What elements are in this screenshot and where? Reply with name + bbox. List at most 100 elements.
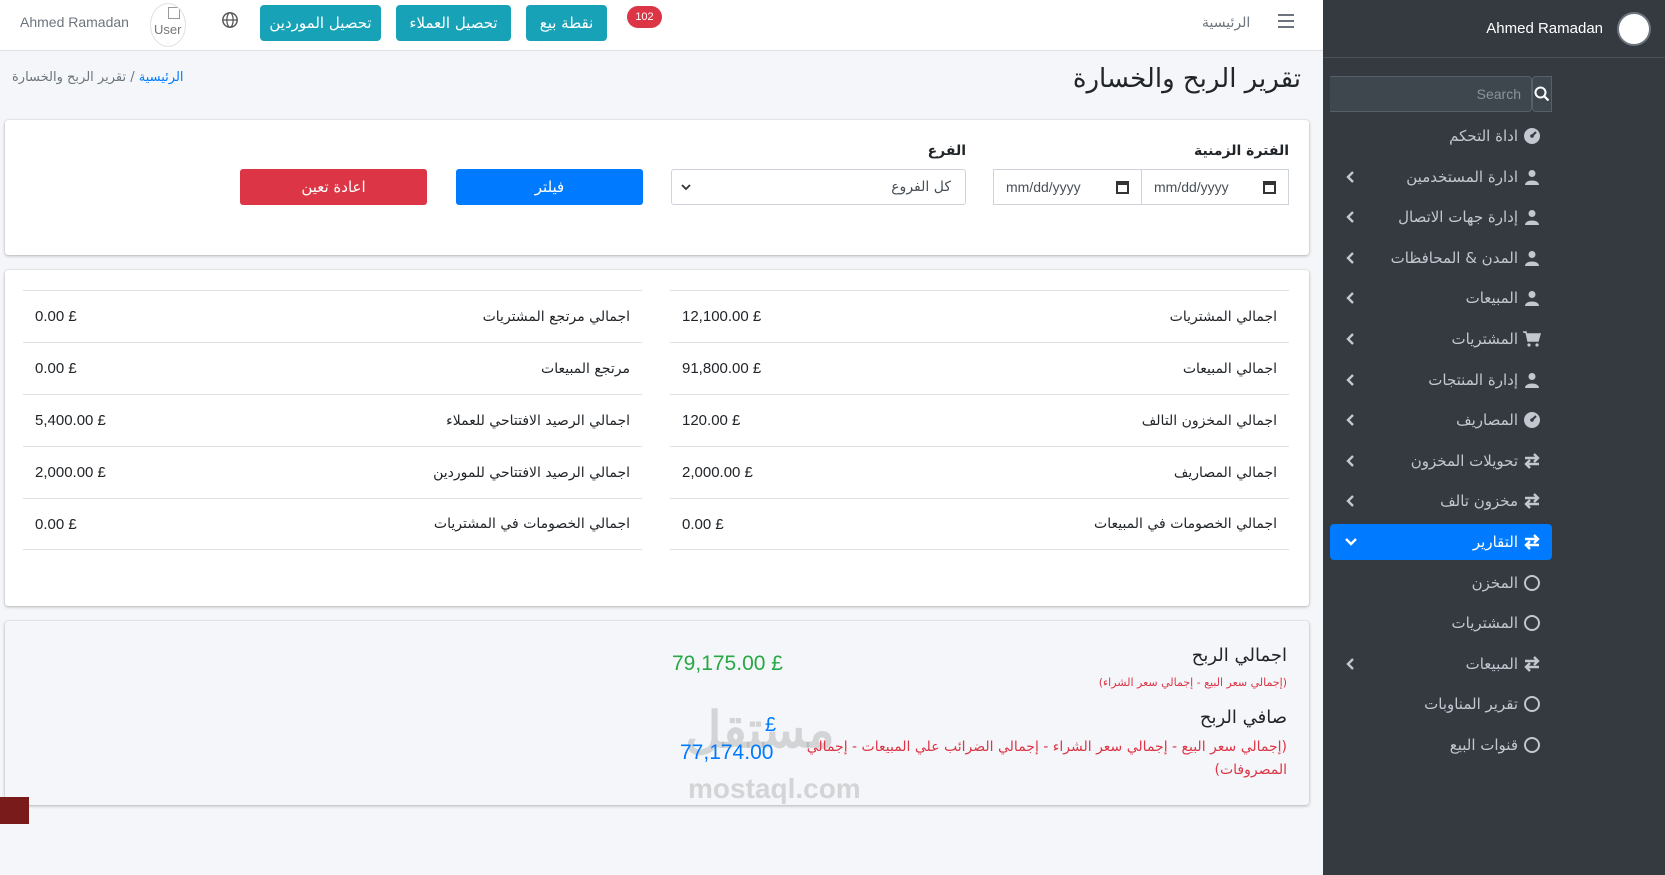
total-label: اجمالي مرتجع المشتريات (482, 308, 630, 325)
sidebar-item[interactable]: المدن & المحافظات (1330, 240, 1552, 276)
sidebar-item[interactable]: المبيعات (1330, 280, 1552, 316)
chevron-left-icon[interactable] (1342, 168, 1360, 186)
branch-select-value: كل الفروع (891, 179, 951, 195)
sidebar-item-label: إدارة المنتجات (1428, 370, 1518, 389)
sidebar-item-label: المشتريات (1451, 614, 1518, 633)
table-row: 5,400.00 £ اجمالي الرصيد الافتتاحي للعملا… (23, 394, 642, 446)
date-from-value: mm/dd/yyyy (1154, 179, 1229, 195)
chevron-down-icon[interactable] (1342, 533, 1360, 551)
user-icon (1522, 167, 1542, 187)
watermark-latin: mostaql.com (688, 773, 861, 804)
chevron-left-icon[interactable] (1342, 655, 1360, 673)
user-icon (1522, 288, 1542, 308)
sidebar-user-name: Ahmed Ramadan (1486, 20, 1603, 37)
sidebar-item-label: اداة التحكم (1449, 127, 1518, 145)
table-row: 2,000.00 £ اجمالي الرصيد الافتتاحي للمورد… (23, 446, 642, 498)
sidebar-item[interactable]: تحويلات المخزون (1330, 443, 1552, 479)
date-to-value: mm/dd/yyyy (1006, 179, 1081, 195)
sidebar-item-label: المبيعات (1465, 654, 1518, 673)
page-title: تقرير الربح والخسارة (1072, 64, 1301, 94)
dashboard-icon (1522, 126, 1542, 146)
sidebar-item-label: المدن & المحافظات (1390, 248, 1518, 267)
cart-icon (1522, 329, 1542, 349)
collect-suppliers-button[interactable]: تحصيل الموردين (260, 5, 381, 41)
sidebar: Ahmed Ramadan اداة التحكم ادارة المستخدمي… (1323, 0, 1665, 875)
breadcrumb-home[interactable]: الرئيسية (139, 70, 184, 85)
table-row: 0.00 £ اجمالي الخصومات في المشتريات (23, 498, 642, 550)
sidebar-item[interactable]: تقرير المناوبات (1330, 686, 1552, 722)
sidebar-item[interactable]: المشتريات (1330, 321, 1552, 357)
navbar-user-name[interactable]: Ahmed Ramadan (20, 14, 129, 30)
chevron-left-icon[interactable] (1342, 371, 1360, 389)
circle-icon (1522, 573, 1542, 593)
globe-icon[interactable] (221, 11, 239, 29)
chevron-left-icon[interactable] (1342, 249, 1360, 267)
sidebar-item[interactable]: المشتريات (1330, 605, 1552, 641)
date-range: mm/dd/yyyy mm/dd/yyyy (993, 169, 1289, 205)
total-value: 0.00 £ (35, 308, 77, 325)
nav-home-link[interactable]: الرئيسية (1202, 15, 1250, 31)
notification-badge[interactable]: 102 (627, 6, 662, 28)
sidebar-item[interactable]: المصاريف (1330, 402, 1552, 438)
chevron-left-icon[interactable] (1342, 208, 1360, 226)
sidebar-item[interactable]: المبيعات (1330, 646, 1552, 682)
table-row: 2,000.00 £ اجمالي المصاريف (670, 446, 1289, 498)
gross-profit-value: 79,175.00 £ (672, 652, 783, 675)
total-value: 0.00 £ (682, 515, 724, 533)
circle-icon (1522, 613, 1542, 633)
search-input[interactable] (1330, 76, 1532, 112)
sidebar-item-label: المصاريف (1456, 411, 1518, 430)
filter-button[interactable]: فيلتر (456, 169, 643, 205)
chevron-left-icon[interactable] (1342, 452, 1360, 470)
calendar-icon[interactable] (1116, 180, 1129, 194)
branch-select[interactable]: كل الفروع (671, 169, 966, 205)
pos-button[interactable]: نقطة بيع (526, 5, 607, 41)
debug-logo-icon[interactable] (0, 797, 29, 824)
net-profit-formula: (إجمالي سعر البيع - إجمالي سعر الشراء - … (806, 739, 1287, 755)
sidebar-item-label: تقرير المناوبات (1424, 695, 1518, 714)
net-profit-formula-cont: المصروفات) (1214, 762, 1287, 778)
sidebar-item[interactable]: ادارة المستخدمين (1330, 159, 1552, 195)
circle-icon (1522, 735, 1542, 755)
menu-toggle-icon[interactable] (1278, 14, 1294, 28)
chevron-left-icon[interactable] (1342, 289, 1360, 307)
gross-profit-title: اجمالي الربح (1191, 645, 1287, 666)
table-row: 0.00 £ اجمالي الخصومات في المبيعات (670, 498, 1289, 550)
sidebar-item-label: مخزون تالف (1440, 492, 1518, 511)
sidebar-user[interactable]: Ahmed Ramadan (1323, 0, 1665, 58)
sidebar-item[interactable]: قنوات البيع (1330, 727, 1552, 763)
user-avatar[interactable]: User (150, 3, 186, 47)
reset-button[interactable]: اعادة تعين (240, 169, 427, 205)
total-label: مرتجع المبيعات (541, 360, 630, 377)
search-button[interactable] (1532, 76, 1552, 112)
filter-card: الفترة الزمنية mm/dd/yyyy mm/dd/yyyy الف… (5, 120, 1309, 255)
sidebar-item[interactable]: إدارة المنتجات (1330, 362, 1552, 398)
sidebar-item[interactable]: مخزون تالف (1330, 483, 1552, 519)
profit-card: اجمالي الربح (إجمالي سعر البيع - إجمالي … (5, 621, 1309, 805)
sidebar-menu: اداة التحكم ادارة المستخدمين إدارة جهات ال… (1330, 118, 1552, 768)
user-icon (1522, 248, 1542, 268)
sidebar-item-label: إدارة جهات الاتصال (1398, 208, 1518, 227)
table-row: 120.00 £ اجمالي المخزون التالف (670, 394, 1289, 446)
avatar (1617, 11, 1651, 46)
sidebar-item[interactable]: التقارير (1330, 523, 1552, 560)
sidebar-item[interactable]: اداة التحكم (1330, 118, 1552, 154)
date-from-field[interactable]: mm/dd/yyyy (1141, 170, 1288, 204)
date-to-field[interactable]: mm/dd/yyyy (994, 170, 1141, 204)
calendar-icon[interactable] (1263, 180, 1276, 194)
totals-left-column: 0.00 £ اجمالي مرتجع المشتريات 0.00 £ مرتجع… (23, 290, 642, 550)
period-label: الفترة الزمنية (1193, 143, 1289, 159)
sidebar-item-label: التقارير (1472, 532, 1518, 551)
table-row: 12,100.00 £ اجمالي المشتريات (670, 290, 1289, 342)
chevron-left-icon[interactable] (1342, 330, 1360, 348)
sidebar-item[interactable]: إدارة جهات الاتصال (1330, 199, 1552, 235)
chevron-left-icon[interactable] (1342, 411, 1360, 429)
table-row: 0.00 £ مرتجع المبيعات (23, 342, 642, 394)
user-avatar-alt: User (154, 22, 182, 37)
sidebar-search (1330, 76, 1552, 112)
sidebar-item[interactable]: المخزن (1330, 565, 1552, 601)
user-icon (1522, 207, 1542, 227)
chevron-left-icon[interactable] (1342, 492, 1360, 510)
collect-customers-button[interactable]: تحصيل العملاء (396, 5, 511, 41)
total-label: اجمالي المبيعات (1182, 360, 1277, 377)
